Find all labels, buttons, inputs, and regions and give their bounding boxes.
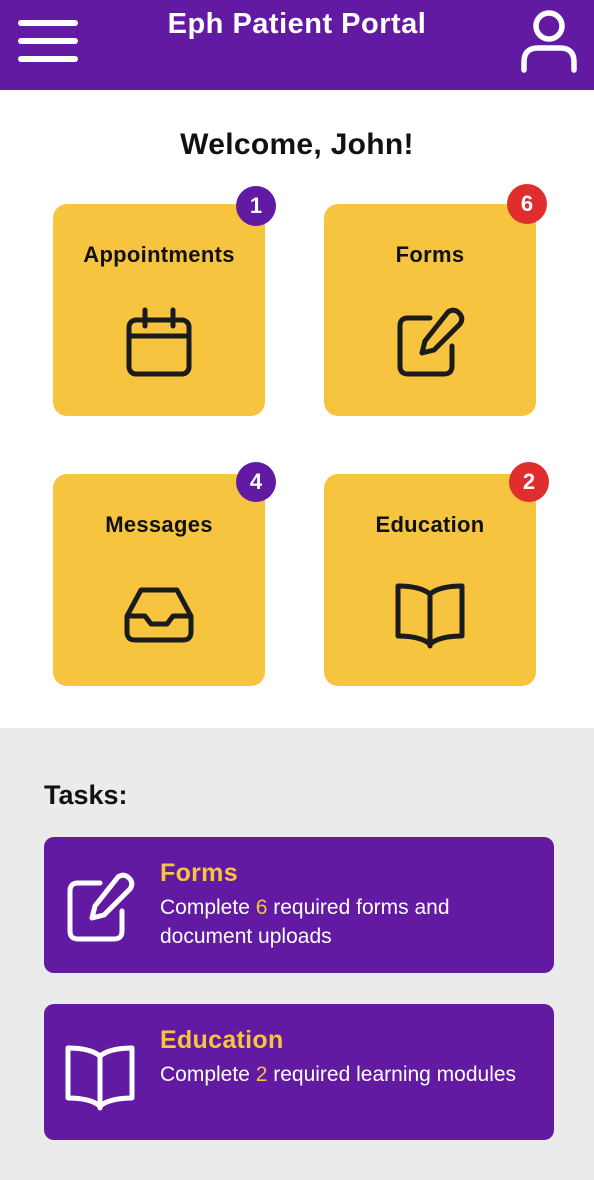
task-title: Forms — [160, 859, 238, 887]
tile-label: Education — [375, 512, 485, 537]
messages-tile[interactable]: Messages — [53, 474, 265, 686]
task-description: Complete 2 required learning modules — [160, 1063, 517, 1086]
inbox-tray-icon — [124, 587, 194, 643]
edit-form-icon — [397, 307, 465, 377]
education-task-card[interactable]: Education Complete 2 required learning m… — [44, 1004, 554, 1140]
messages-count-badge: 4 — [236, 462, 276, 502]
appointments-tile[interactable]: Appointments — [53, 204, 265, 416]
open-book-icon — [65, 1045, 135, 1111]
task-count: 2 — [255, 1063, 268, 1086]
app-header: Eph Patient Portal — [0, 0, 594, 90]
app-title: Eph Patient Portal — [167, 8, 427, 40]
appointments-count-badge: 1 — [236, 186, 276, 226]
task-count: 6 — [255, 896, 268, 919]
tile-label: Appointments — [83, 242, 235, 267]
open-book-icon — [395, 583, 465, 649]
menu-button[interactable] — [16, 14, 80, 66]
edit-form-icon — [67, 872, 135, 942]
welcome-heading: Welcome, John! — [180, 128, 414, 161]
tasks-section: Tasks: Forms Complete 6 required forms a… — [0, 728, 594, 1180]
user-profile-icon — [521, 10, 577, 73]
education-count-badge: 2 — [509, 462, 549, 502]
profile-button[interactable] — [516, 8, 582, 74]
forms-task-card[interactable]: Forms Complete 6 required forms and docu… — [44, 837, 554, 973]
task-description: Complete 6 required forms and document u… — [160, 896, 450, 948]
tasks-heading: Tasks: — [44, 780, 128, 810]
forms-count-badge: 6 — [507, 184, 547, 224]
calendar-icon — [126, 307, 192, 377]
forms-tile[interactable]: Forms — [324, 204, 536, 416]
task-title: Education — [160, 1026, 284, 1054]
tile-label: Forms — [395, 242, 465, 267]
tile-label: Messages — [105, 512, 213, 537]
education-tile[interactable]: Education — [324, 474, 536, 686]
